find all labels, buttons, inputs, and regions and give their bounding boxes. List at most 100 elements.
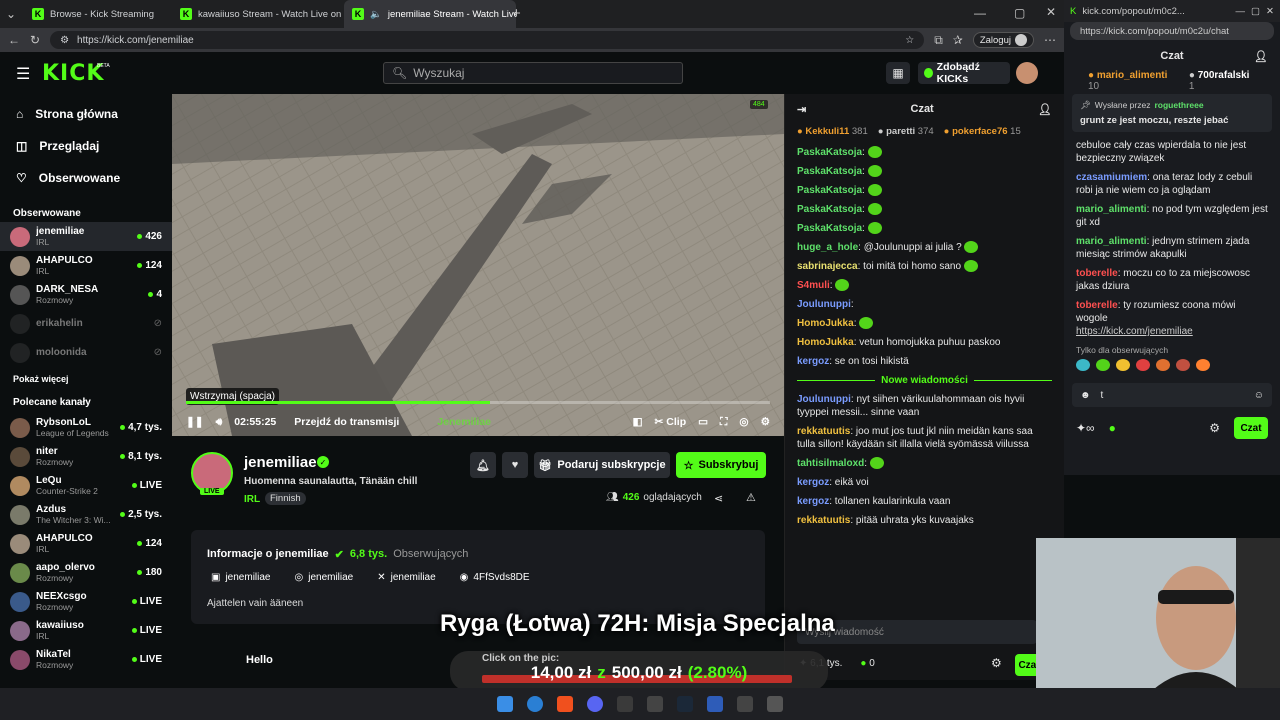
start-icon[interactable] [497, 696, 513, 712]
chat-message[interactable]: cebuloe cały czas wpierdala to nie jest … [1064, 136, 1280, 168]
sidebar-channel-ahapulco[interactable]: AHAPULCO IRL 124 [0, 251, 172, 280]
clip-button[interactable]: ✂ Clip [655, 416, 687, 428]
chat-message[interactable]: Joulunuppi: [785, 295, 1064, 314]
fullscreen-icon[interactable]: ⛶ [720, 416, 727, 429]
chat-message[interactable]: PaskaKatsoja: [785, 143, 1064, 162]
popout-send-button[interactable]: Czat [1234, 417, 1268, 439]
chat-message[interactable]: huge_a_hole: @Joulunuppi ai julia ? [785, 238, 1064, 257]
maximize-button[interactable]: ▢ [1251, 6, 1260, 17]
nav-following[interactable]: ♡ Obserwowane [0, 162, 172, 194]
close-window-button[interactable]: ✕ [1046, 5, 1056, 19]
sidebar-channel-lequ[interactable]: LeQu Counter-Strike 2 LIVE [0, 471, 172, 500]
chat-username[interactable]: PaskaKatsoja [797, 147, 862, 158]
chat-settings-icon[interactable]: ⚙ [991, 656, 1002, 670]
points-icon[interactable]: ✦∞ [1076, 421, 1095, 435]
signin-button[interactable]: Zaloguj [972, 32, 1034, 48]
chat-message[interactable]: mario_alimenti: jednym strimem zjada mie… [1064, 232, 1280, 264]
channel-name[interactable]: jenemiliae [244, 454, 317, 471]
sidebar-channel-moloonida[interactable]: moloonida ⊘ [0, 338, 172, 367]
chat-username[interactable]: toberelle [1076, 300, 1118, 311]
chat-message[interactable]: czasamiumiem: ona teraz lody z cebuli ro… [1064, 168, 1280, 200]
show-more-link[interactable]: Pokaż więcej [0, 367, 172, 391]
brave-icon[interactable] [557, 696, 573, 712]
social-link[interactable]: ▣ jenemiliae [211, 572, 270, 583]
chat-username[interactable]: Joulunuppi [797, 394, 851, 405]
chat-message[interactable]: kergoz: eikä voi [785, 473, 1064, 492]
app-icon[interactable] [737, 696, 753, 712]
chat-username[interactable]: PaskaKatsoja [797, 166, 862, 177]
chat-username[interactable]: rekkatuutis [797, 515, 850, 526]
theater-icon[interactable]: ▭ [698, 416, 708, 428]
gifter-badge[interactable]: ● Kekkuli11 381 [797, 126, 868, 137]
tab-search-icon[interactable]: ⌄ [6, 7, 16, 21]
follow-button[interactable]: ♥ [502, 452, 528, 478]
new-tab-button[interactable]: + [512, 5, 521, 22]
sidebar-channel-kawaiiuso[interactable]: kawaiiuso IRL LIVE [0, 616, 172, 645]
report-icon[interactable]: ⚠ [746, 491, 756, 504]
discord-icon[interactable] [587, 696, 603, 712]
progress-track[interactable] [186, 401, 770, 404]
chat-message[interactable]: rekkatuutis: joo mut jos tuut jkl niin m… [785, 422, 1064, 454]
app-icon[interactable] [767, 696, 783, 712]
site-info-icon[interactable]: ⚙ [60, 35, 69, 46]
social-link[interactable]: ◎ jenemiliae [294, 572, 353, 583]
emoji-icon[interactable]: ☻ [1080, 390, 1091, 401]
chat-message[interactable]: sabrinajecca: toi mitä toi homo sano [785, 257, 1064, 276]
url-field[interactable]: ⚙ https://kick.com/jenemiliae ☆ [50, 31, 925, 49]
kick-logo[interactable]: KICK [42, 61, 104, 86]
gifter-badge[interactable]: ● mario_alimenti 10 [1088, 70, 1179, 92]
chat-username[interactable]: S4muli [797, 280, 830, 291]
chat-username[interactable]: HomoJukka [797, 318, 854, 329]
chat-username[interactable]: huge_a_hole [797, 242, 858, 253]
chat-message[interactable]: PaskaKatsoja: [785, 162, 1064, 181]
search-input[interactable]: 🔍︎ Wyszukaj [383, 62, 683, 84]
mini-player-icon[interactable]: ◧ [633, 416, 643, 428]
chat-message[interactable]: mario_alimenti: no pod tym względem jest… [1064, 200, 1280, 232]
popout-chat-input[interactable]: ☻ t ☺ [1072, 383, 1272, 407]
category-link[interactable]: IRL [244, 494, 260, 505]
collapse-chat-icon[interactable]: ⇥ [797, 103, 806, 116]
epic-games-icon[interactable] [647, 696, 663, 712]
chat-message[interactable]: PaskaKatsoja: [785, 181, 1064, 200]
app-icon[interactable] [707, 696, 723, 712]
kick-points-display[interactable]: ● 0 [860, 658, 874, 669]
nav-home[interactable]: ⌂ Strona główna [0, 98, 172, 130]
sidebar-channel-azdus[interactable]: Azdus The Witcher 3: Wi... 2,5 tys. [0, 500, 172, 529]
chat-message[interactable]: tahtisilmaloxd: [785, 454, 1064, 473]
menu-icon[interactable]: ⋯ [1044, 33, 1056, 47]
chat-username[interactable]: rekkatuutis [797, 426, 850, 437]
chat-message[interactable]: HomoJukka: [785, 314, 1064, 333]
chat-username[interactable]: mario_alimenti [1076, 236, 1147, 247]
extensions-icon[interactable]: ⧉ [934, 33, 943, 48]
go-live-button[interactable]: Przejdź do transmisji [294, 416, 399, 428]
settings-icon[interactable]: ⚙ [761, 416, 770, 428]
sidebar-channel-neexcsgo[interactable]: NEEXcsgo Rozmowy LIVE [0, 587, 172, 616]
sidebar-channel-jenemiliae[interactable]: jenemiliae IRL 426 [0, 222, 172, 251]
nav-browse[interactable]: ◫ Przeglądaj [0, 130, 172, 162]
maximize-button[interactable]: ▢ [1014, 6, 1025, 20]
chat-message[interactable]: Joulunuppi: nyt siihen värikuulahommaan … [785, 390, 1064, 422]
chat-username[interactable]: czasamiumiem [1076, 172, 1147, 183]
chat-username[interactable]: kergoz [797, 356, 829, 367]
chat-message[interactable]: rekkatuutis: pitää uhrata yks kuvaajaks [785, 511, 1064, 530]
edge-icon[interactable] [527, 696, 543, 712]
chat-message[interactable]: toberelle: moczu co to za miejscowosc ja… [1064, 264, 1280, 296]
chat-username[interactable]: PaskaKatsoja [797, 185, 862, 196]
favorites-icon[interactable]: ✰ [953, 33, 963, 47]
tab-kawaiiuso[interactable]: K kawaiiuso Stream - Watch Live on ✕ [172, 0, 344, 28]
sidebar-channel-erikahelin[interactable]: erikahelin ⊘ [0, 309, 172, 338]
chat-username[interactable]: sabrinajecca [797, 261, 858, 272]
chat-username[interactable]: kergoz [797, 496, 829, 507]
tab-browse[interactable]: K Browse - Kick Streaming ✕ [24, 0, 196, 28]
minimize-button[interactable]: — [974, 6, 986, 20]
chat-username[interactable]: kergoz [797, 477, 829, 488]
library-button[interactable]: ▦ [886, 62, 910, 84]
sidebar-channel-niter[interactable]: niter Rozmowy 8,1 tys. [0, 442, 172, 471]
minimize-button[interactable]: — [1236, 6, 1246, 17]
tab-jenemiliae[interactable]: K 🔈 jenemiliae Stream - Watch Live on ✕ [344, 0, 516, 28]
share-icon[interactable]: ⋖ [714, 492, 723, 505]
social-link[interactable]: ✕ jenemiliae [377, 572, 435, 583]
social-link[interactable]: ◉ 4FfSvds8DE [460, 572, 530, 583]
pause-icon[interactable]: ❚❚ [186, 416, 204, 428]
gifter-badge[interactable]: ● pokerface76 15 [944, 126, 1021, 137]
